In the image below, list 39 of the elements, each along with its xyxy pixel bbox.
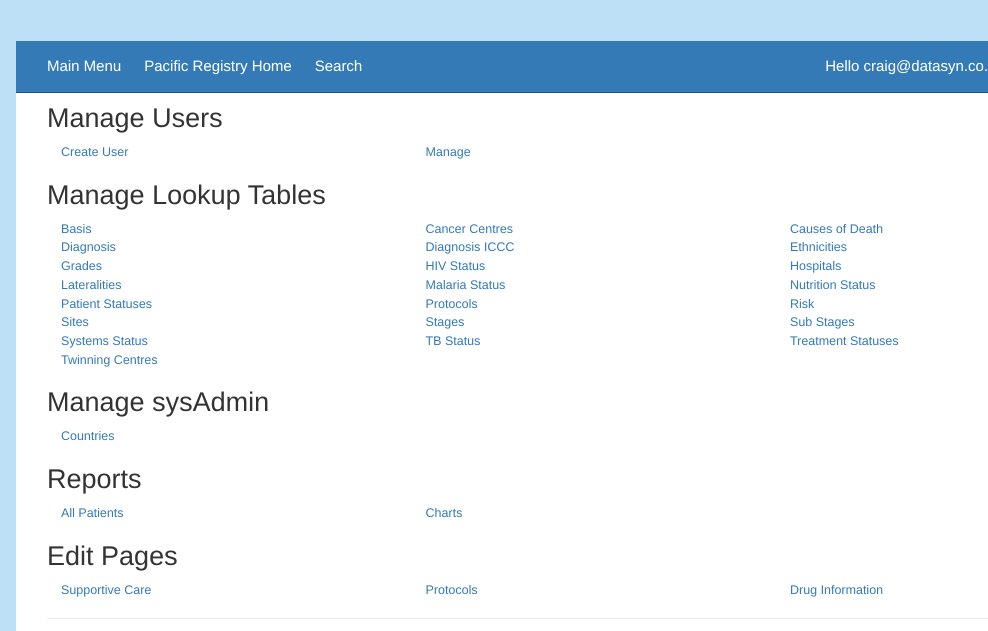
admin-link[interactable]: Manage [426,143,471,162]
admin-link[interactable]: Protocols [426,294,478,314]
admin-link[interactable]: Drug Information [790,580,884,600]
admin-link[interactable]: Risk [790,294,814,314]
admin-link[interactable]: Stages [426,313,464,332]
admin-link[interactable]: Patient Statuses [61,294,152,314]
admin-link[interactable]: Cancer Centres [426,220,514,238]
admin-link[interactable]: Ethnicities [790,238,847,258]
admin-link[interactable]: Twinning Centres [61,350,158,370]
admin-link[interactable]: Protocols [426,580,478,600]
admin-link[interactable]: Charts [426,504,462,523]
admin-link[interactable]: All Patients [61,504,124,523]
admin-link[interactable]: Grades [61,257,102,276]
admin-link[interactable]: Sub Stages [790,313,855,332]
admin-link[interactable]: HIV Status [426,257,486,276]
admin-link[interactable]: Systems Status [61,332,148,351]
nav-link[interactable]: Main Menu [47,58,122,75]
admin-link[interactable]: Supportive Care [61,580,152,600]
section-heading: Manage sysAdmin [47,387,270,418]
admin-link[interactable]: Nutrition Status [790,276,876,295]
nav-link[interactable]: Pacific Registry Home [144,58,292,75]
admin-link[interactable]: TB Status [426,332,480,351]
section-heading: Manage Users [47,103,223,133]
admin-link[interactable]: Malaria Status [426,276,506,295]
admin-link[interactable]: Treatment Statuses [790,332,899,351]
admin-link[interactable]: Causes of Death [790,220,884,238]
admin-link[interactable]: Countries [61,427,114,446]
nav-link[interactable]: Search [314,58,362,75]
admin-link[interactable]: Sites [61,313,89,332]
section-heading: Manage Lookup Tables [47,180,326,210]
user-greeting: Hello craig@datasyn.co. [825,58,988,75]
admin-link[interactable]: Basis [61,220,92,238]
section-heading: Edit Pages [47,540,178,571]
admin-link[interactable]: Hospitals [790,257,842,276]
section-heading: Reports [47,464,142,494]
admin-link[interactable]: Diagnosis ICCC [426,238,514,258]
admin-link[interactable]: Diagnosis [61,238,116,258]
admin-link[interactable]: Lateralities [61,276,122,295]
admin-link[interactable]: Create User [61,143,128,162]
